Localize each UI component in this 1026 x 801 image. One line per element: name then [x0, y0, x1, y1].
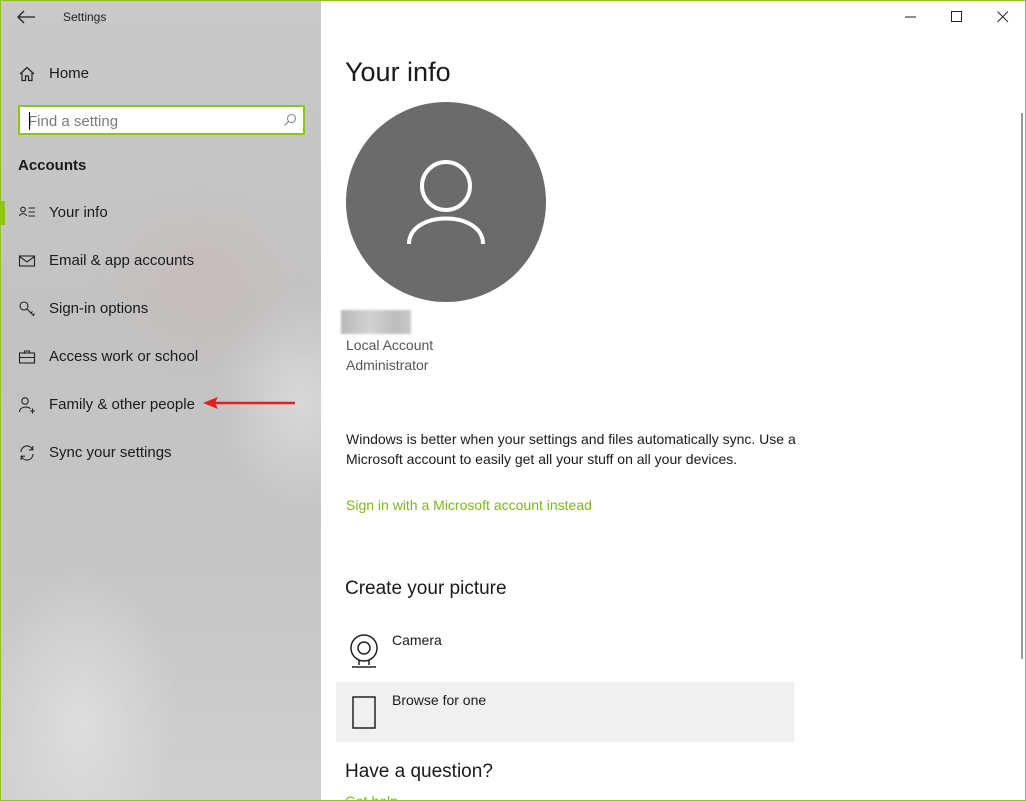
sidebar-item-your-info[interactable]: Your info	[1, 193, 321, 233]
close-icon	[997, 11, 1009, 23]
minimize-button[interactable]	[888, 1, 934, 33]
close-button[interactable]	[980, 1, 1025, 33]
camera-icon	[350, 634, 378, 668]
sidebar: Settings Home Accounts Your info	[1, 1, 321, 800]
contact-card-icon	[18, 206, 35, 217]
sidebar-item-label: Sign-in options	[49, 300, 149, 317]
search-box[interactable]	[18, 105, 305, 135]
key-icon	[19, 301, 35, 317]
browse-label: Browse for one	[392, 692, 487, 708]
get-help-link[interactable]: Get help	[345, 793, 398, 800]
sign-in-microsoft-link[interactable]: Sign in with a Microsoft account instead	[346, 497, 592, 513]
sidebar-item-label: Sync your settings	[49, 444, 172, 461]
camera-label: Camera	[392, 632, 442, 648]
back-arrow-icon	[17, 10, 35, 24]
home-label: Home	[49, 65, 90, 82]
page-title: Your info	[345, 57, 451, 87]
user-silhouette-icon	[407, 160, 485, 245]
create-picture-heading: Create your picture	[345, 578, 507, 599]
scrollbar[interactable]	[1021, 113, 1023, 659]
add-person-icon	[18, 397, 35, 414]
mail-icon	[18, 255, 36, 267]
home-icon	[19, 66, 35, 82]
settings-window: Settings Home Accounts Your info	[0, 0, 1026, 801]
avatar	[346, 102, 546, 302]
main-content: Your info Local Account Administrator Wi…	[321, 1, 1025, 800]
section-title-accounts: Accounts	[18, 157, 87, 174]
app-title: Settings	[63, 10, 107, 24]
minimize-icon	[905, 16, 916, 18]
sidebar-item-label: Email & app accounts	[49, 252, 195, 269]
text-caret	[29, 112, 30, 130]
account-role: Administrator	[346, 357, 429, 373]
sync-message: Windows is better when your settings and…	[346, 431, 796, 467]
sync-icon	[20, 445, 34, 461]
question-heading: Have a question?	[345, 761, 493, 782]
search-input[interactable]	[28, 111, 273, 131]
redacted-username	[341, 310, 411, 334]
annotation-arrow-icon	[203, 397, 295, 409]
maximize-button[interactable]	[934, 1, 980, 33]
sidebar-item-sync-settings[interactable]: Sync your settings	[1, 433, 321, 473]
title-bar: Settings	[1, 1, 321, 33]
sidebar-item-sign-in-options[interactable]: Sign-in options	[1, 289, 321, 329]
briefcase-icon	[18, 350, 36, 364]
sidebar-item-label: Access work or school	[49, 348, 199, 365]
browse-option[interactable]: Browse for one	[336, 682, 794, 742]
account-type: Local Account	[346, 337, 434, 353]
sidebar-item-email-app-accounts[interactable]: Email & app accounts	[1, 241, 321, 281]
sidebar-item-label: Family & other people	[49, 396, 195, 413]
maximize-icon	[951, 11, 962, 22]
nav-home[interactable]: Home	[1, 58, 321, 90]
sidebar-item-access-work-school[interactable]: Access work or school	[1, 337, 321, 377]
camera-option[interactable]: Camera	[336, 622, 794, 682]
browse-file-icon	[352, 696, 376, 729]
window-controls	[886, 1, 1025, 33]
search-icon[interactable]	[283, 113, 297, 127]
back-button[interactable]	[15, 7, 37, 27]
sidebar-item-label: Your info	[49, 204, 108, 221]
